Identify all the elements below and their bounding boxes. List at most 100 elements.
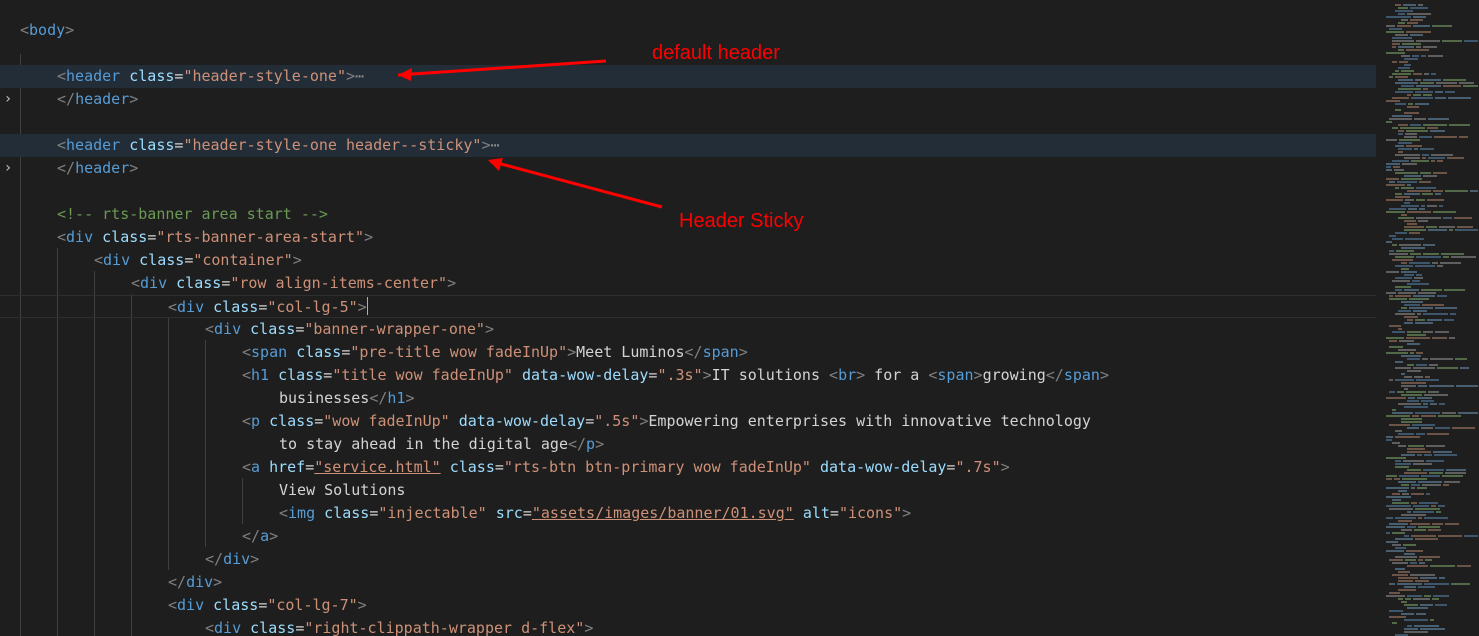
minimap-line [1415, 322, 1433, 324]
minimap-line [1412, 55, 1419, 57]
code-editor[interactable]: <body> › <header class="header-style-one… [0, 0, 1479, 636]
code-text: <div class="container"> [94, 251, 302, 269]
minimap-line [1401, 307, 1407, 309]
code-text: <div class="col-lg-5"> [168, 297, 368, 316]
code-line[interactable]: </header> [0, 88, 1376, 111]
code-line[interactable]: View Solutions [0, 479, 1376, 502]
minimap-line [1407, 22, 1418, 24]
minimap-line [1438, 535, 1462, 537]
minimap-line [1420, 172, 1431, 174]
minimap-line [1416, 256, 1441, 258]
minimap-line [1386, 352, 1408, 354]
minimap-line [1395, 154, 1420, 156]
minimap-line [1435, 307, 1457, 309]
minimap-line [1401, 601, 1407, 603]
minimap-line [1398, 148, 1412, 150]
minimap[interactable] [1380, 0, 1479, 636]
minimap-line [1421, 55, 1426, 57]
minimap-line [1421, 415, 1436, 417]
minimap-line [1398, 433, 1414, 435]
minimap-line [1399, 244, 1421, 246]
code-line[interactable]: to stay ahead in the digital age</p> [0, 433, 1376, 456]
code-line[interactable]: <div class="right-clippath-wrapper d-fle… [0, 617, 1376, 636]
minimap-line [1395, 286, 1411, 288]
ellipsis-icon[interactable]: ⋯ [490, 136, 499, 154]
minimap-line [1405, 133, 1417, 135]
minimap-line [1442, 412, 1456, 414]
minimap-line [1401, 301, 1423, 303]
minimap-line [1401, 19, 1408, 21]
minimap-line [1440, 262, 1461, 264]
minimap-line [1407, 448, 1425, 450]
code-line[interactable]: <a href="service.html" class="rts-btn bt… [0, 456, 1376, 479]
minimap-line [1386, 595, 1405, 597]
code-area[interactable]: <body> › <header class="header-style-one… [0, 0, 1376, 636]
minimap-line [1407, 364, 1414, 366]
minimap-line [1455, 229, 1478, 231]
code-line[interactable]: </a> [0, 525, 1376, 548]
code-line-header-sticky[interactable]: › <header class="header-style-one header… [0, 134, 1376, 176]
code-line[interactable]: <span class="pre-title wow fadeInUp">Mee… [0, 341, 1376, 364]
minimap-line [1432, 598, 1439, 600]
minimap-line [1416, 46, 1421, 48]
code-text: <a href="service.html" class="rts-btn bt… [242, 458, 1010, 476]
minimap-line [1401, 529, 1412, 531]
minimap-line [1395, 232, 1407, 234]
code-line[interactable]: <div class="banner-wrapper-one"> [0, 318, 1376, 341]
minimap-line [1407, 451, 1431, 453]
minimap-line [1404, 226, 1424, 228]
minimap-line [1424, 394, 1448, 396]
code-line[interactable]: </header> [0, 157, 1376, 180]
minimap-line [1401, 385, 1416, 387]
minimap-line [1410, 124, 1421, 126]
minimap-line [1395, 568, 1405, 570]
code-line[interactable]: <div class="row align-items-center"> [0, 272, 1376, 295]
minimap-line [1415, 319, 1425, 321]
minimap-line [1398, 589, 1416, 591]
minimap-line [1395, 361, 1403, 363]
minimap-line [1443, 256, 1449, 258]
minimap-line [1419, 181, 1431, 183]
minimap-line [1423, 79, 1441, 81]
minimap-line [1386, 505, 1411, 507]
minimap-line [1392, 61, 1397, 63]
minimap-line [1418, 220, 1428, 222]
minimap-line [1432, 337, 1447, 339]
minimap-line [1436, 82, 1457, 84]
ellipsis-icon[interactable]: ⋯ [355, 67, 364, 85]
minimap-line [1392, 574, 1408, 576]
minimap-line [1437, 295, 1447, 297]
minimap-line [1399, 340, 1414, 342]
minimap-line [1411, 484, 1420, 486]
code-line-header-default[interactable]: › <header class="header-style-one">⋯ [0, 65, 1376, 107]
code-line[interactable]: <div class="container"> [0, 249, 1376, 272]
minimap-line [1459, 136, 1468, 138]
code-text: </div> [205, 550, 260, 568]
link-href[interactable]: "service.html" [314, 458, 440, 476]
code-line[interactable]: <img class="injectable" src="assets/imag… [0, 502, 1376, 525]
minimap-line [1419, 562, 1425, 564]
minimap-line [1416, 85, 1441, 87]
minimap-line [1392, 562, 1408, 564]
minimap-line [1413, 598, 1430, 600]
code-line-current[interactable]: <div class="col-lg-5"> [0, 295, 1376, 318]
minimap-line [1418, 559, 1423, 561]
minimap-line [1407, 106, 1419, 108]
minimap-line [1398, 328, 1402, 330]
minimap-line [1386, 475, 1397, 477]
minimap-line [1404, 406, 1428, 408]
link-src[interactable]: "assets/images/banner/01.svg" [532, 504, 794, 522]
code-line[interactable]: <div class="col-lg-7"> [0, 594, 1376, 617]
code-line[interactable]: <h1 class="title wow fadeInUp" data-wow-… [0, 364, 1376, 387]
code-line[interactable]: <body> [0, 19, 1376, 42]
minimap-line [1404, 58, 1418, 60]
code-line[interactable]: </div> [0, 548, 1376, 571]
code-line[interactable]: businesses</h1> [0, 387, 1376, 410]
code-line[interactable]: <p class="wow fadeInUp" data-wow-delay="… [0, 410, 1376, 433]
minimap-line [1426, 493, 1430, 495]
minimap-line [1449, 229, 1453, 231]
minimap-line [1445, 523, 1459, 525]
minimap-line [1403, 460, 1424, 462]
code-line[interactable]: </div> [0, 571, 1376, 594]
minimap-line [1398, 577, 1418, 579]
